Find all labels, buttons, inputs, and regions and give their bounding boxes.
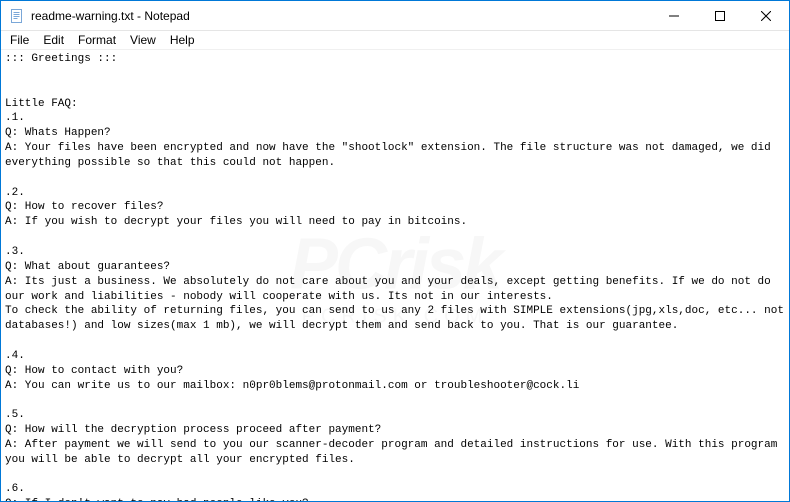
notepad-icon — [9, 8, 25, 24]
menu-edit[interactable]: Edit — [36, 32, 71, 48]
minimize-button[interactable] — [651, 1, 697, 31]
editor-area: PCriskPCRISK.COM — [1, 50, 789, 501]
window-title: readme-warning.txt - Notepad — [31, 9, 190, 23]
text-editor[interactable] — [1, 50, 789, 501]
notepad-window: readme-warning.txt - Notepad File Edit F… — [0, 0, 790, 502]
menu-help[interactable]: Help — [163, 32, 202, 48]
close-button[interactable] — [743, 1, 789, 31]
maximize-button[interactable] — [697, 1, 743, 31]
menu-format[interactable]: Format — [71, 32, 123, 48]
close-icon — [761, 11, 771, 21]
minimize-icon — [669, 11, 679, 21]
titlebar[interactable]: readme-warning.txt - Notepad — [1, 1, 789, 31]
menu-file[interactable]: File — [3, 32, 36, 48]
menu-view[interactable]: View — [123, 32, 163, 48]
menubar: File Edit Format View Help — [1, 31, 789, 50]
maximize-icon — [715, 11, 725, 21]
